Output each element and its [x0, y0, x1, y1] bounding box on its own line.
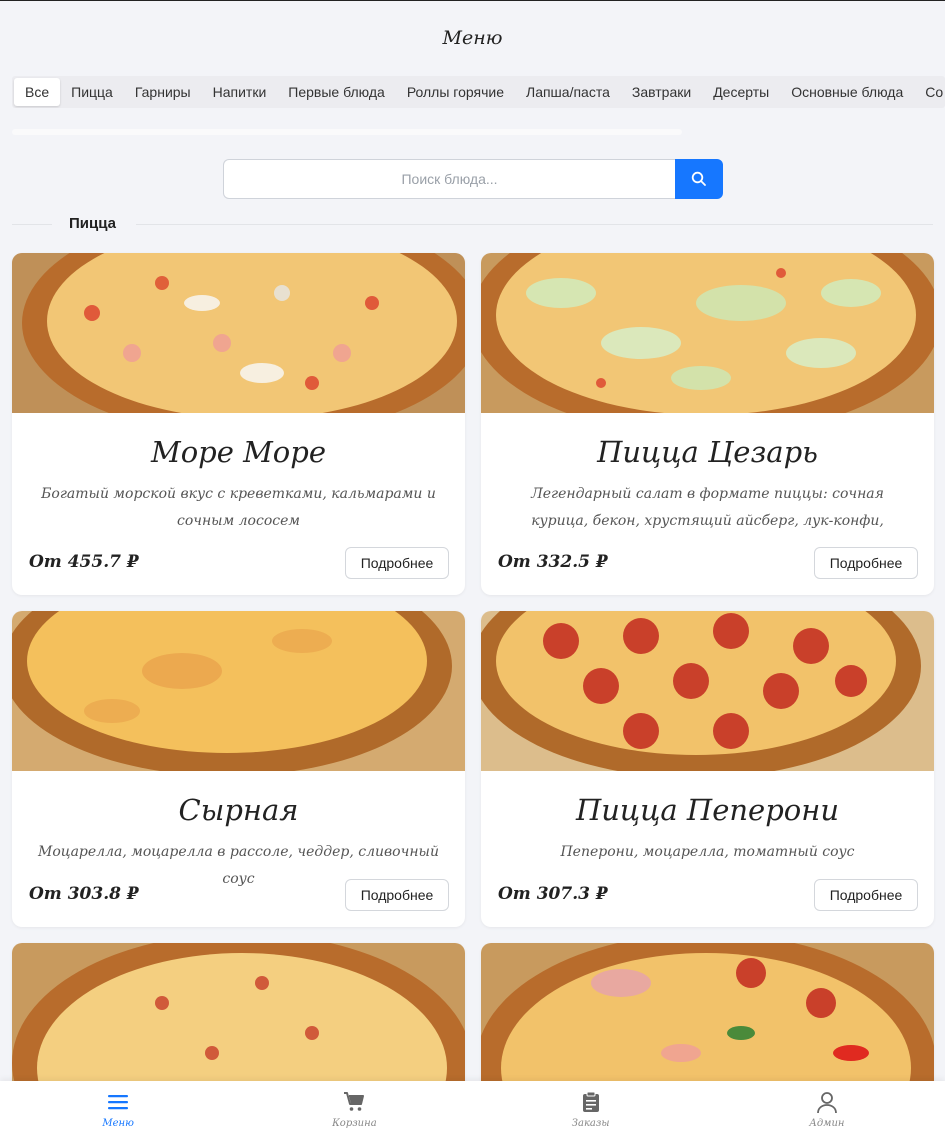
dish-image [481, 943, 934, 1093]
details-button[interactable]: Подробнее [345, 879, 449, 911]
dish-price: От 307.3 ₽ [498, 884, 608, 904]
menu-icon [108, 1095, 129, 1110]
dish-title: Пицца Пеперони [575, 793, 840, 827]
nav-label: Админ [809, 1118, 845, 1129]
nav-cart[interactable]: Корзина [236, 1081, 472, 1144]
search-button[interactable] [675, 159, 723, 199]
cart-icon [344, 1092, 365, 1111]
dish-card[interactable] [12, 943, 465, 1093]
bottom-nav: Меню Корзина Заказы Админ [0, 1081, 945, 1144]
user-icon [816, 1092, 837, 1114]
divider [12, 224, 52, 225]
tab-all[interactable]: Все [14, 78, 61, 106]
nav-orders[interactable]: Заказы [473, 1081, 709, 1144]
dish-title: Пицца Цезарь [597, 435, 818, 469]
dish-description: Пеперони, моцарелла, томатный соус [560, 844, 855, 860]
nav-label: Корзина [332, 1118, 377, 1129]
dish-description: Легендарный салат в формате пиццы: сочна… [531, 486, 884, 529]
dish-card[interactable] [481, 943, 934, 1093]
nav-label: Меню [102, 1118, 134, 1129]
details-button[interactable]: Подробнее [345, 547, 449, 579]
section-heading: Пицца [12, 213, 933, 237]
category-tabs: Все Пицца Гарниры Напитки Первые блюда Р… [12, 76, 945, 108]
tabs-scrollbar[interactable] [12, 129, 682, 135]
divider [136, 224, 933, 225]
details-button[interactable]: Подробнее [814, 879, 918, 911]
dish-image [12, 943, 465, 1093]
dish-image [12, 611, 465, 771]
nav-label: Заказы [571, 1118, 610, 1129]
search-bar [223, 159, 723, 199]
dish-card[interactable]: Сырная Моцарелла, моцарелла в рассоле, ч… [12, 611, 465, 927]
tab-desserts[interactable]: Десерты [702, 78, 780, 106]
nav-admin[interactable]: Админ [709, 1081, 945, 1144]
details-button[interactable]: Подробнее [814, 547, 918, 579]
clipboard-icon [582, 1091, 599, 1112]
card-footer: От 303.8 ₽ Подробнее [12, 879, 465, 911]
tab-main-dishes[interactable]: Основные блюда [780, 78, 914, 106]
dish-image [481, 253, 934, 413]
dish-card[interactable]: Море Море Богатый морской вкус с креветк… [12, 253, 465, 595]
dish-description: Богатый морской вкус с креветками, кальм… [41, 486, 436, 529]
tab-soups[interactable]: Первые блюда [277, 78, 396, 106]
page-title: Меню [442, 27, 503, 49]
card-footer: От 307.3 ₽ Подробнее [481, 879, 934, 911]
tab-hot-rolls[interactable]: Роллы горячие [396, 78, 515, 106]
tab-sides[interactable]: Гарниры [124, 78, 202, 106]
card-footer: От 332.5 ₽ Подробнее [481, 547, 934, 579]
tab-noodles-pasta[interactable]: Лапша/паста [515, 78, 621, 106]
dish-title: Сырная [178, 793, 299, 827]
dish-price: От 332.5 ₽ [498, 552, 608, 572]
dish-card[interactable]: Пицца Цезарь Легендарный салат в формате… [481, 253, 934, 595]
dish-price: От 455.7 ₽ [29, 552, 139, 572]
tab-drinks[interactable]: Напитки [202, 78, 278, 106]
tab-pizza[interactable]: Пицца [60, 78, 124, 106]
dish-title: Море Море [151, 435, 326, 469]
nav-menu[interactable]: Меню [0, 1081, 236, 1144]
card-footer: От 455.7 ₽ Подробнее [12, 547, 465, 579]
tab-more[interactable]: Со [914, 78, 945, 106]
search-input[interactable] [223, 159, 675, 199]
dish-price: От 303.8 ₽ [29, 884, 139, 904]
dish-card[interactable]: Пицца Пеперони Пеперони, моцарелла, тома… [481, 611, 934, 927]
tab-breakfast[interactable]: Завтраки [621, 78, 702, 106]
search-icon [691, 171, 706, 186]
dish-image [481, 611, 934, 771]
dish-image [12, 253, 465, 413]
section-title: Пицца [69, 215, 116, 232]
